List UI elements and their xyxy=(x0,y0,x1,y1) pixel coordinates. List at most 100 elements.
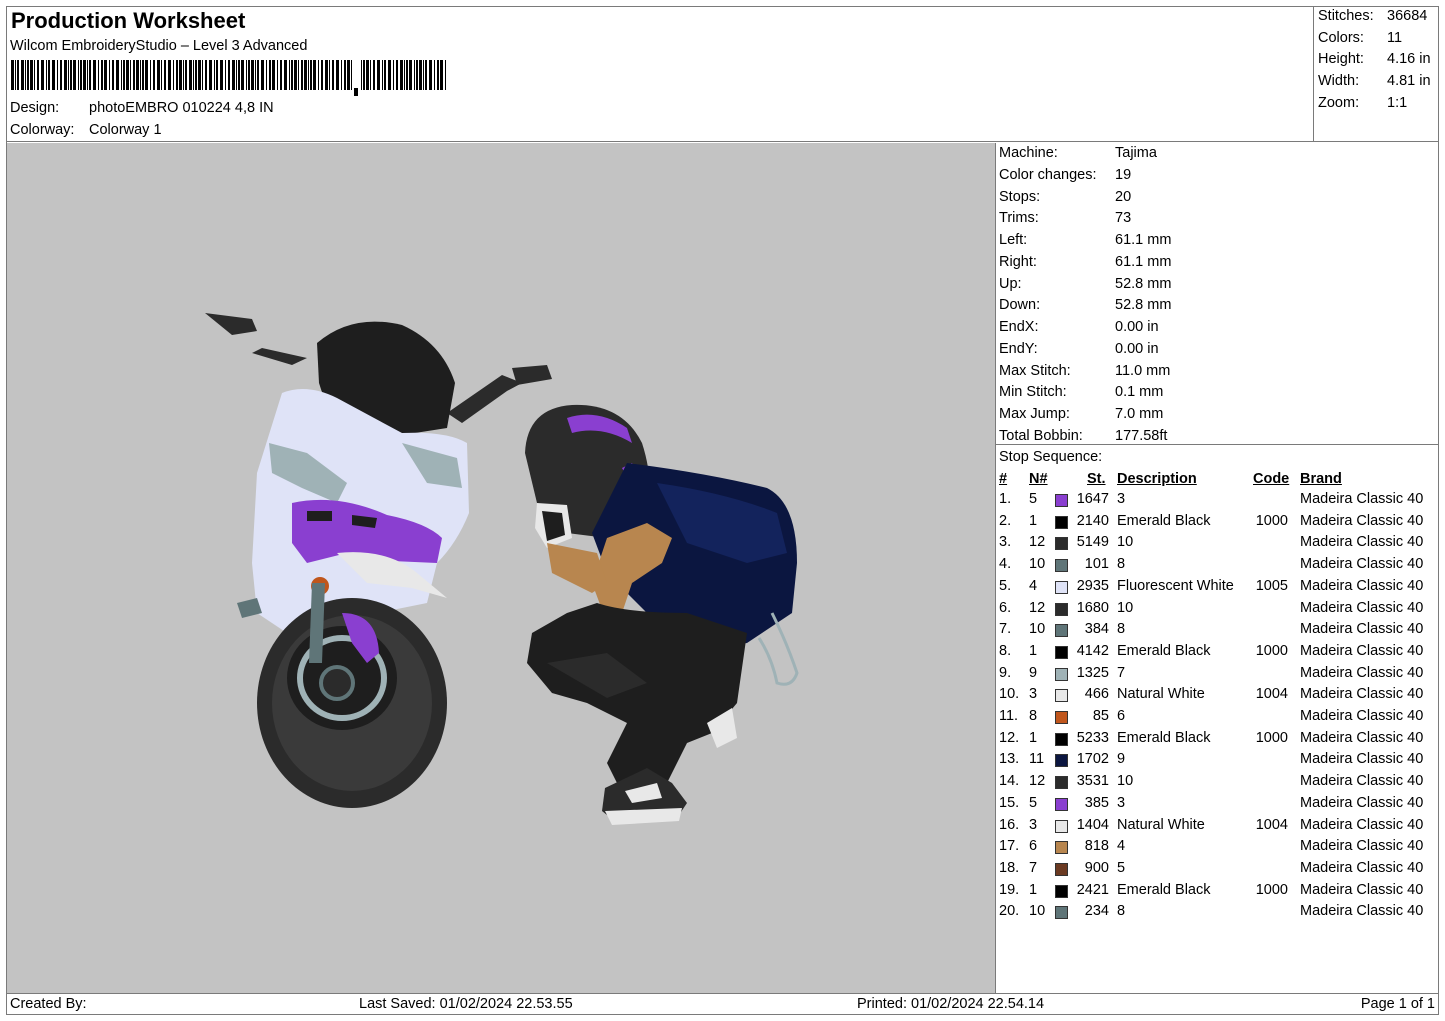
created-by: Created By: xyxy=(10,996,87,1012)
page-title: Production Worksheet xyxy=(11,8,246,33)
stitch-count: 1404 xyxy=(1076,816,1109,833)
machine-info-value: 52.8 mm xyxy=(1115,297,1172,314)
needle-number: 9 xyxy=(1029,664,1038,681)
color-description: 6 xyxy=(1117,708,1126,724)
machine-info-label: Color changes: xyxy=(999,166,1097,183)
machine-info-label: Right: xyxy=(999,253,1037,270)
machine-info-row: Max Jump: 7.0 mm xyxy=(999,406,1163,422)
stop-sequence-row: 17. 6 818 4 Madeira Classic 40 xyxy=(996,838,1438,859)
color-swatch xyxy=(1055,667,1068,681)
stitch-count: 3531 xyxy=(1076,773,1109,790)
stitch-count: 5233 xyxy=(1076,729,1109,746)
stop-number: 1. xyxy=(999,491,1012,507)
stop-sequence-title: Stop Sequence: xyxy=(999,449,1103,465)
color-description: 7 xyxy=(1117,664,1126,681)
color-description: 8 xyxy=(1117,621,1126,638)
machine-info-label: EndY: xyxy=(999,340,1038,357)
machine-info-value: 7.0 mm xyxy=(1115,406,1164,422)
thread-brand: Madeira Classic 40 xyxy=(1300,534,1424,551)
color-swatch xyxy=(1055,711,1068,724)
needle-number: 7 xyxy=(1029,859,1038,876)
stitch-count: 2935 xyxy=(1076,577,1109,594)
stop-number: 17. xyxy=(999,838,1020,855)
machine-info-row: Left: 61.1 mm xyxy=(999,232,1171,248)
color-swatch xyxy=(1055,797,1068,811)
stop-number: 5. xyxy=(999,577,1012,594)
needle-number: 4 xyxy=(1029,577,1038,594)
thread-brand: Madeira Classic 40 xyxy=(1300,577,1424,594)
color-swatch xyxy=(1055,732,1068,746)
color-swatch xyxy=(1055,819,1068,833)
needle-number: 10 xyxy=(1029,621,1046,638)
stop-number: 14. xyxy=(999,773,1020,790)
stop-sequence-row: 8. 1 4142 Emerald Black 1000 Madeira Classic … xyxy=(996,643,1438,664)
thread-brand: Madeira Classic 40 xyxy=(1300,751,1424,768)
needle-number: 12 xyxy=(1029,773,1046,790)
stop-sequence-row: 13. 11 1702 9 Madeira Classic 40 xyxy=(996,751,1438,772)
stop-sequence-row: 1. 5 1647 3 Madeira Classic 40 xyxy=(996,491,1438,512)
color-description: Emerald Black xyxy=(1117,642,1211,659)
design-label: Design: xyxy=(10,100,60,116)
needle-number: 3 xyxy=(1029,816,1038,833)
stop-number: 11. xyxy=(999,708,1019,724)
thread-brand: Madeira Classic 40 xyxy=(1300,664,1424,681)
stop-number: 19. xyxy=(999,881,1020,898)
height-row: Height: 4.16 in xyxy=(1318,51,1431,67)
needle-number: 5 xyxy=(1029,794,1038,811)
color-swatch xyxy=(1055,537,1068,551)
stitch-count: 900 xyxy=(1084,859,1109,876)
stop-sequence-row: 6. 12 1680 10 Madeira Classic 40 xyxy=(996,600,1438,621)
stop-sequence-row: 20. 10 234 8 Madeira Classic 40 xyxy=(996,903,1438,924)
header-brand: Brand xyxy=(1300,471,1342,487)
stop-sequence-row: 5. 4 2935 Fluorescent White 1005 Madeira Clas… xyxy=(996,578,1438,599)
stop-sequence-row: 19. 1 2421 Emerald Black 1000 Madeira Classic… xyxy=(996,882,1438,903)
color-description: 10 xyxy=(1117,534,1134,551)
stop-number: 6. xyxy=(999,599,1012,616)
needle-number: 10 xyxy=(1029,903,1046,920)
design-preview xyxy=(7,143,996,993)
stop-number: 2. xyxy=(999,512,1012,529)
needle-number: 10 xyxy=(1029,556,1046,573)
stop-number: 3. xyxy=(999,534,1012,551)
stop-number: 13. xyxy=(999,751,1020,768)
machine-info-label: Max Stitch: xyxy=(999,362,1071,379)
machine-info-value: 20 xyxy=(1115,188,1132,205)
stop-sequence-row: 14. 12 3531 10 Madeira Classic 40 xyxy=(996,773,1438,794)
stitch-count: 2421 xyxy=(1076,881,1109,898)
stitch-count: 384 xyxy=(1084,621,1109,638)
thread-brand: Madeira Classic 40 xyxy=(1300,491,1424,507)
zoom-row: Zoom: 1:1 xyxy=(1318,95,1407,111)
color-description: 3 xyxy=(1117,491,1126,507)
stop-number: 18. xyxy=(999,859,1020,876)
colors-value: 11 xyxy=(1387,30,1403,46)
thread-code: 1004 xyxy=(1255,686,1288,703)
color-description: 3 xyxy=(1117,794,1126,811)
machine-info-value: 52.8 mm xyxy=(1115,275,1172,292)
thread-brand: Madeira Classic 40 xyxy=(1300,556,1424,573)
color-swatch xyxy=(1055,515,1068,529)
stitch-count: 385 xyxy=(1084,794,1109,811)
stop-number: 12. xyxy=(999,729,1020,746)
stop-sequence-row: 4. 10 101 8 Madeira Classic 40 xyxy=(996,556,1438,577)
needle-number: 1 xyxy=(1029,512,1038,529)
color-description: Emerald Black xyxy=(1117,512,1211,529)
header-num: # xyxy=(999,471,1008,487)
thread-brand: Madeira Classic 40 xyxy=(1300,881,1424,898)
stop-sequence-row: 7. 10 384 8 Madeira Classic 40 xyxy=(996,621,1438,642)
color-description: Emerald Black xyxy=(1117,881,1211,898)
summary-panel: Stitches: 36684 Colors: 11 Height: 4.16 in … xyxy=(1314,6,1439,142)
header-needle: N# xyxy=(1029,471,1048,487)
stitch-count: 101 xyxy=(1084,556,1109,573)
machine-info-label: Left: xyxy=(999,232,1028,248)
needle-number: 5 xyxy=(1029,491,1038,507)
machine-info-value: 0.00 in xyxy=(1115,319,1159,335)
machine-info-label: Down: xyxy=(999,297,1041,314)
machine-info-label: Up: xyxy=(999,275,1022,292)
stitches-value: 36684 xyxy=(1387,8,1428,24)
stitch-count: 1325 xyxy=(1076,664,1109,681)
thread-brand: Madeira Classic 40 xyxy=(1300,838,1424,855)
printed-date: Printed: 01/02/2024 22.54.14 xyxy=(857,996,1045,1012)
machine-info-row: Trims: 73 xyxy=(999,210,1131,226)
stop-number: 7. xyxy=(999,621,1012,638)
needle-number: 1 xyxy=(1029,729,1038,746)
